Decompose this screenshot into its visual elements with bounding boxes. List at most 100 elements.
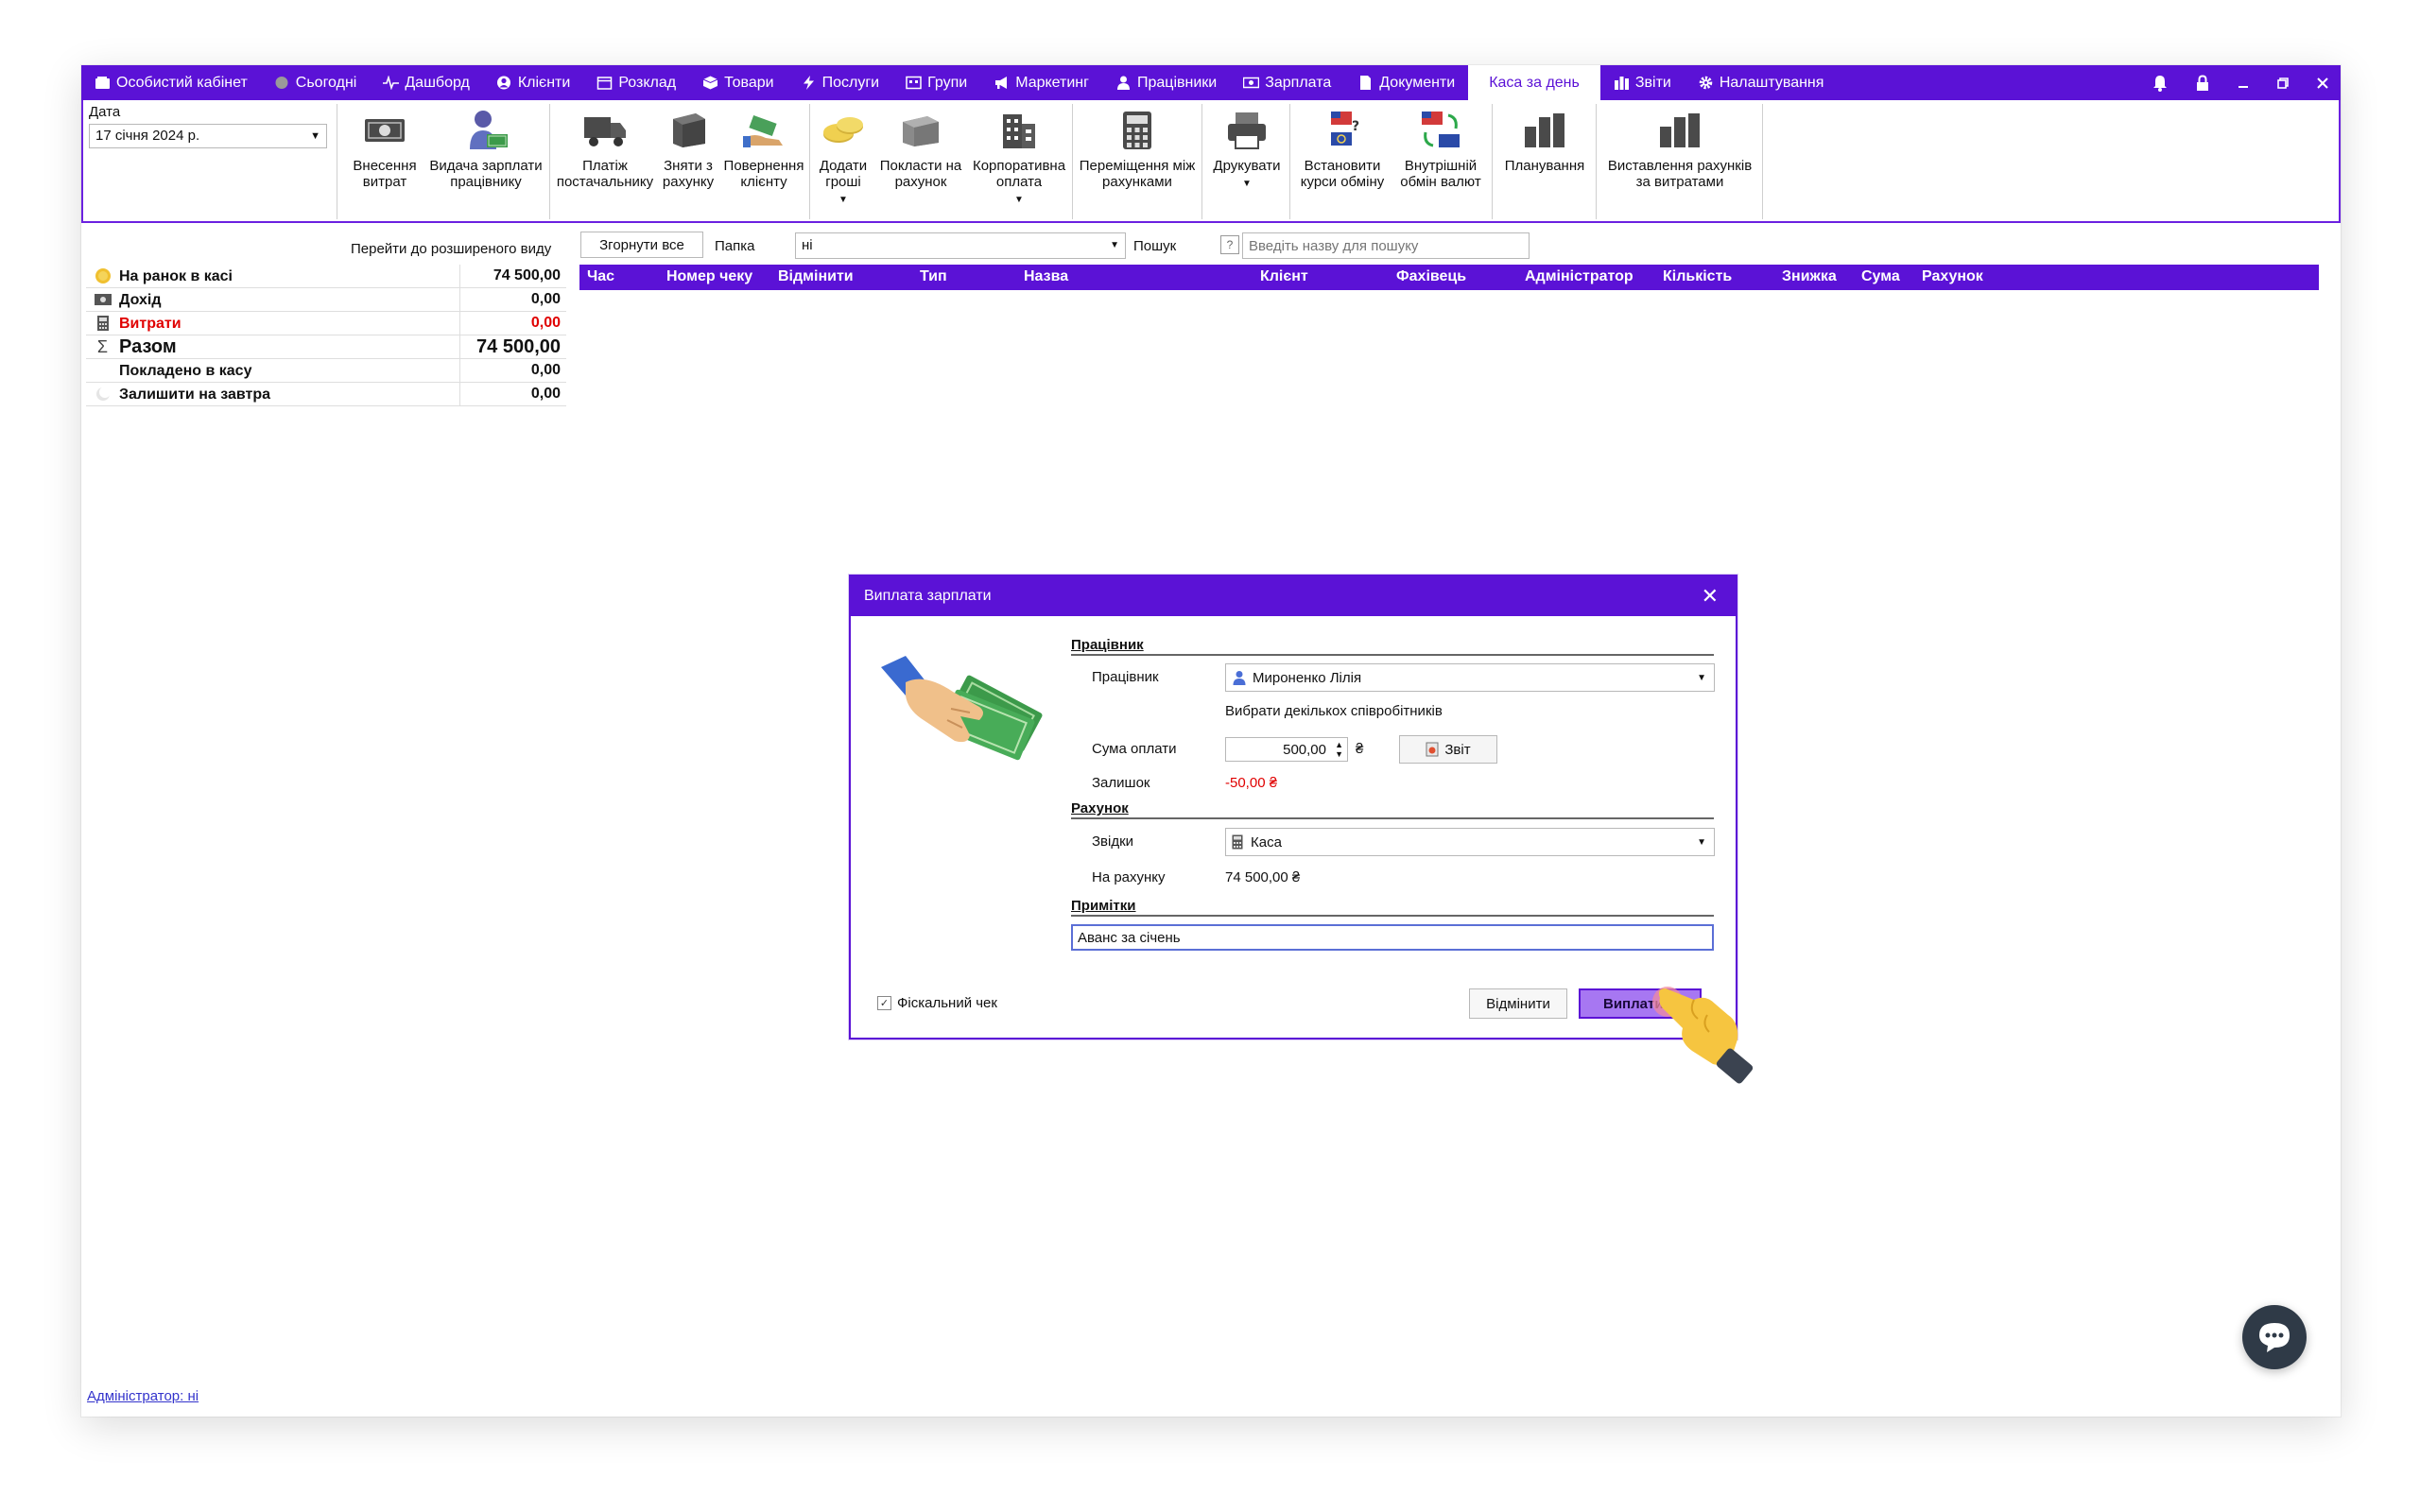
date-picker-group: Дата 17 січня 2024 р. ▼ [89, 104, 335, 148]
hand-with-money-illustration [881, 656, 1043, 761]
employee-section-header: Працівник [1071, 637, 1714, 656]
column-header[interactable]: Час [587, 268, 614, 285]
moon-icon [95, 387, 111, 401]
chevron-down-icon: ▼ [1697, 673, 1706, 683]
restore-icon[interactable] [2276, 77, 2290, 90]
report-button[interactable]: Звіт [1399, 735, 1497, 764]
dialog-title-bar: Виплата зарплати ✕ [851, 576, 1736, 616]
administrator-link[interactable]: Адміністратор: ні [87, 1388, 199, 1404]
expense-invoicing-button[interactable]: Виставлення рахунків за витратами [1599, 106, 1760, 217]
from-label: Звідки [1092, 833, 1134, 850]
employee-select[interactable]: Мироненко Лілія ▼ [1225, 663, 1715, 692]
chevron-down-icon: ▼ [310, 130, 320, 142]
cash-summary-table: На ранок в касі 74 500,00 Дохід 0,00 Вит… [86, 264, 566, 406]
menu-marketing[interactable]: Маркетинг [980, 65, 1102, 100]
column-header[interactable]: Знижка [1782, 268, 1837, 285]
transfer-between-accounts-button[interactable]: Переміщення між рахунками [1076, 106, 1199, 217]
transactions-grid-header: Час Номер чеку Відмінити Тип Назва Клієн… [579, 265, 2319, 290]
column-header[interactable]: Клієнт [1260, 268, 1308, 285]
top-menu-bar: Особистий кабінет Сьогодні Дашборд Клієн… [81, 65, 2341, 100]
menu-today[interactable]: Сьогодні [261, 65, 371, 100]
menu-salary[interactable]: Зарплата [1230, 65, 1344, 100]
person-icon [1116, 76, 1130, 90]
truck-icon [580, 106, 630, 155]
safe-in-icon [896, 106, 945, 155]
date-input[interactable]: 17 січня 2024 р. ▼ [89, 124, 327, 148]
extended-view-link[interactable]: Перейти до розширеного виду [351, 241, 551, 257]
salary-payment-dialog: Виплата зарплати ✕ Працівник Працівник М… [849, 575, 1754, 1084]
corporate-payment-button[interactable]: Корпоративна оплата ▼ [968, 106, 1070, 217]
select-multiple-employees-link[interactable]: Вибрати декількох співробітників [1225, 703, 1443, 719]
add-money-button[interactable]: Додати гроші ▼ [813, 106, 873, 217]
column-header[interactable]: Назва [1024, 268, 1068, 285]
column-header[interactable]: Номер чеку [666, 268, 752, 285]
circle-icon [275, 77, 288, 89]
bell-icon[interactable] [2152, 75, 2169, 92]
column-header[interactable]: Сума [1861, 268, 1900, 285]
column-header[interactable]: Кількість [1663, 268, 1732, 285]
menu-dashboard[interactable]: Дашборд [370, 65, 483, 100]
folder-select[interactable]: ні ▼ [795, 232, 1126, 259]
add-expense-button[interactable]: Внесення витрат [344, 106, 425, 217]
megaphone-icon [995, 77, 1008, 89]
pay-salary-button[interactable]: Видача зарплати працівнику [425, 106, 546, 217]
calculator-icon [96, 316, 109, 331]
tab-daily-cash[interactable]: Каса за день [1468, 65, 1600, 100]
withdraw-button[interactable]: Зняти з рахунку [658, 106, 718, 217]
menu-services[interactable]: Послуги [787, 65, 893, 100]
chat-button[interactable] [2242, 1305, 2307, 1369]
ribbon-separator [1201, 104, 1202, 219]
safe-out-icon [664, 106, 713, 155]
print-button[interactable]: Друкувати ▼ [1206, 106, 1288, 217]
checkbox-checked-icon[interactable]: ✓ [877, 996, 891, 1010]
close-icon[interactable] [2316, 77, 2329, 90]
help-icon[interactable]: ? [1220, 235, 1239, 254]
amount-stepper[interactable]: 500,00 ▲ ▼ [1225, 737, 1348, 762]
column-header[interactable]: Рахунок [1922, 268, 1983, 285]
client-refund-button[interactable]: Повернення клієнту [720, 106, 807, 217]
employee-money-icon [461, 106, 510, 155]
deposit-to-account-button[interactable]: Покласти на рахунок [873, 106, 968, 217]
bar-chart-icon [1655, 106, 1704, 155]
menu-employees[interactable]: Працівники [1102, 65, 1230, 100]
menu-reports[interactable]: Звіти [1600, 65, 1685, 100]
menu-personal-cabinet[interactable]: Особистий кабінет [81, 65, 261, 100]
user-circle-icon [496, 76, 510, 90]
column-header[interactable]: Тип [920, 268, 947, 285]
wallet-icon [95, 77, 110, 89]
dialog-title: Виплата зарплати [864, 588, 992, 604]
supplier-payment-button[interactable]: Платіж постачальнику [553, 106, 657, 217]
sigma-icon: Σ [96, 336, 109, 356]
set-exchange-rates-button[interactable]: ? Встановити курси обміну [1293, 106, 1392, 217]
collapse-all-button[interactable]: Згорнути все [580, 232, 703, 258]
exchange-rate-icon: ? [1318, 106, 1367, 155]
menu-goods[interactable]: Товари [689, 65, 786, 100]
search-input[interactable] [1242, 232, 1530, 259]
ribbon-separator [1072, 104, 1073, 219]
minimize-icon[interactable] [2237, 77, 2250, 90]
calculator-icon [1232, 834, 1243, 850]
menu-documents[interactable]: Документи [1344, 65, 1468, 100]
menu-schedule[interactable]: Розклад [583, 65, 689, 100]
column-header[interactable]: Відмінити [778, 268, 854, 285]
dialog-close-button[interactable]: ✕ [1702, 584, 1719, 609]
internal-currency-exchange-button[interactable]: Внутрішній обмін валют [1393, 106, 1488, 217]
column-header[interactable]: Фахівець [1396, 268, 1466, 285]
planning-button[interactable]: Планування [1495, 106, 1594, 217]
spinner-arrows-icon[interactable]: ▲ ▼ [1335, 740, 1343, 759]
notes-input[interactable] [1071, 924, 1714, 951]
chevron-down-icon: ▼ [1110, 240, 1119, 250]
menu-clients[interactable]: Клієнти [483, 65, 583, 100]
menu-settings[interactable]: Налаштування [1685, 65, 1838, 100]
person-icon [1233, 671, 1246, 685]
ribbon-separator [1289, 104, 1290, 219]
currency-symbol: ₴ [1356, 741, 1364, 757]
amount-label: Сума оплати [1092, 741, 1177, 757]
cancel-button[interactable]: Відмінити [1469, 988, 1567, 1019]
fiscal-check-checkbox[interactable]: ✓ Фіскальний чек [877, 995, 997, 1011]
column-header[interactable]: Адміністратор [1525, 268, 1634, 285]
bar-chart-icon [1520, 106, 1569, 155]
from-account-select[interactable]: Каса ▼ [1225, 828, 1715, 856]
menu-groups[interactable]: Групи [892, 65, 980, 100]
lock-icon[interactable] [2195, 74, 2210, 92]
